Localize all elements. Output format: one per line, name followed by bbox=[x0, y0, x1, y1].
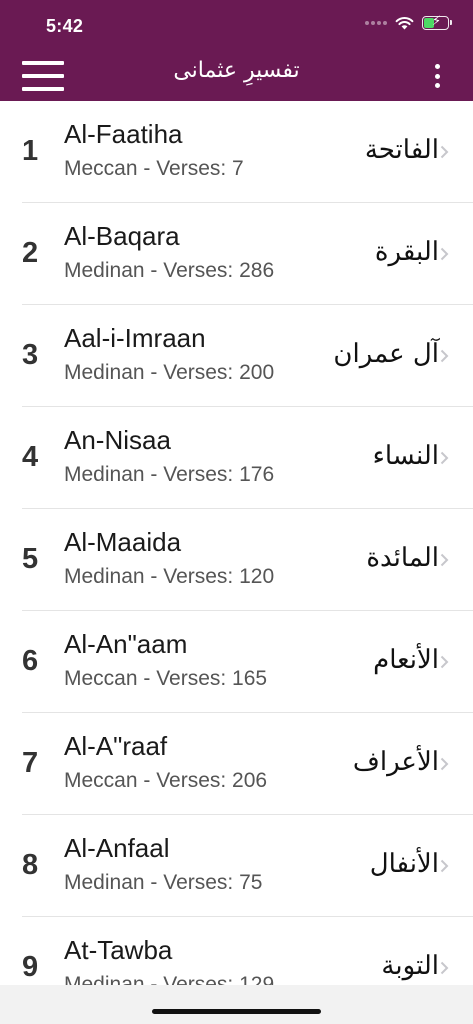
cellular-signal-icon bbox=[365, 21, 387, 25]
surah-meta: Meccan - Verses: 206 bbox=[64, 769, 268, 792]
surah-name: Aal-i-Imraan bbox=[64, 323, 206, 353]
page-title: تفسیرِ عثمانی bbox=[173, 58, 300, 83]
surah-arabic-name: الأعراف bbox=[352, 747, 439, 777]
status-time: 5:42 bbox=[46, 16, 84, 36]
more-dot bbox=[434, 83, 440, 88]
more-options-button[interactable] bbox=[431, 64, 443, 88]
chevron-right-icon bbox=[440, 145, 449, 159]
wifi-icon bbox=[395, 17, 414, 30]
surah-arabic-name: المائدة bbox=[366, 543, 439, 573]
surah-row-2[interactable]: 2 Al-Baqara Medinan - Verses: 286 البقرة bbox=[0, 203, 473, 305]
surah-meta: Meccan - Verses: 7 bbox=[64, 157, 244, 180]
surah-number: 1 bbox=[22, 135, 39, 167]
surah-number: 7 bbox=[22, 747, 39, 779]
surah-arabic-name: التوبة bbox=[381, 951, 439, 981]
chevron-right-icon bbox=[440, 349, 449, 363]
surah-arabic-name: الأنفال bbox=[369, 849, 439, 879]
surah-row-9[interactable]: 9 At-Tawba Medinan - Verses: 129 التوبة bbox=[0, 917, 473, 985]
surah-number: 9 bbox=[22, 951, 39, 983]
surah-meta: Medinan - Verses: 286 bbox=[64, 259, 275, 282]
surah-name: Al-An"aam bbox=[64, 629, 188, 659]
chevron-right-icon bbox=[440, 655, 449, 669]
app-header: 5:42 ⚡ تفسیرِ عثمانی bbox=[0, 0, 473, 101]
surah-name: At-Tawba bbox=[64, 935, 173, 965]
surah-number: 5 bbox=[22, 543, 39, 575]
surah-name: An-Nisaa bbox=[64, 425, 171, 455]
surah-name: Al-Maaida bbox=[64, 527, 182, 557]
surah-number: 4 bbox=[22, 441, 39, 473]
surah-row-6[interactable]: 6 Al-An"aam Meccan - Verses: 165 الأنعام bbox=[0, 611, 473, 713]
hamburger-line bbox=[22, 87, 64, 91]
surah-meta: Medinan - Verses: 200 bbox=[64, 361, 275, 384]
status-bar: 5:42 ⚡ bbox=[0, 0, 473, 50]
surah-arabic-name: البقرة bbox=[374, 237, 439, 267]
surah-row-7[interactable]: 7 Al-A"raaf Meccan - Verses: 206 الأعراف bbox=[0, 713, 473, 815]
surah-meta: Meccan - Verses: 165 bbox=[64, 667, 268, 690]
more-dot bbox=[434, 73, 440, 79]
chevron-right-icon bbox=[440, 553, 449, 567]
surah-number: 2 bbox=[22, 237, 39, 269]
status-indicators: ⚡ bbox=[365, 13, 452, 30]
surah-number: 8 bbox=[22, 849, 39, 881]
surah-row-3[interactable]: 3 Aal-i-Imraan Medinan - Verses: 200 آل … bbox=[0, 305, 473, 407]
surah-arabic-name: النساء bbox=[372, 441, 439, 471]
chevron-right-icon bbox=[440, 247, 449, 261]
surah-name: Al-A"raaf bbox=[64, 731, 168, 761]
surah-name: Al-Faatiha bbox=[64, 119, 183, 149]
surah-meta: Medinan - Verses: 129 bbox=[64, 973, 275, 985]
chevron-right-icon bbox=[440, 757, 449, 771]
surah-meta: Medinan - Verses: 176 bbox=[64, 463, 275, 486]
more-vertical-icon bbox=[434, 64, 440, 69]
surah-row-4[interactable]: 4 An-Nisaa Medinan - Verses: 176 النساء bbox=[0, 407, 473, 509]
chevron-right-icon bbox=[440, 859, 449, 873]
home-indicator[interactable] bbox=[152, 1009, 321, 1014]
surah-row-1[interactable]: 1 Al-Faatiha Meccan - Verses: 7 الفاتحة bbox=[0, 101, 473, 203]
surah-list[interactable]: 1 Al-Faatiha Meccan - Verses: 7 الفاتحة … bbox=[0, 101, 473, 985]
surah-name: Al-Baqara bbox=[64, 221, 180, 251]
chevron-right-icon bbox=[440, 961, 449, 975]
surah-number: 3 bbox=[22, 339, 39, 371]
surah-number: 6 bbox=[22, 645, 39, 677]
charging-bolt-icon: ⚡ bbox=[432, 13, 442, 28]
surah-arabic-name: الفاتحة bbox=[364, 135, 439, 165]
surah-row-5[interactable]: 5 Al-Maaida Medinan - Verses: 120 المائد… bbox=[0, 509, 473, 611]
battery-icon: ⚡ bbox=[422, 13, 452, 30]
navigation-bar: تفسیرِ عثمانی bbox=[0, 50, 473, 101]
surah-name: Al-Anfaal bbox=[64, 833, 170, 863]
home-indicator-area bbox=[0, 985, 473, 1024]
surah-meta: Medinan - Verses: 75 bbox=[64, 871, 263, 894]
surah-meta: Medinan - Verses: 120 bbox=[64, 565, 275, 588]
surah-arabic-name: آل عمران bbox=[333, 339, 439, 369]
surah-row-8[interactable]: 8 Al-Anfaal Medinan - Verses: 75 الأنفال bbox=[0, 815, 473, 917]
surah-arabic-name: الأنعام bbox=[373, 645, 439, 675]
chevron-right-icon bbox=[440, 451, 449, 465]
